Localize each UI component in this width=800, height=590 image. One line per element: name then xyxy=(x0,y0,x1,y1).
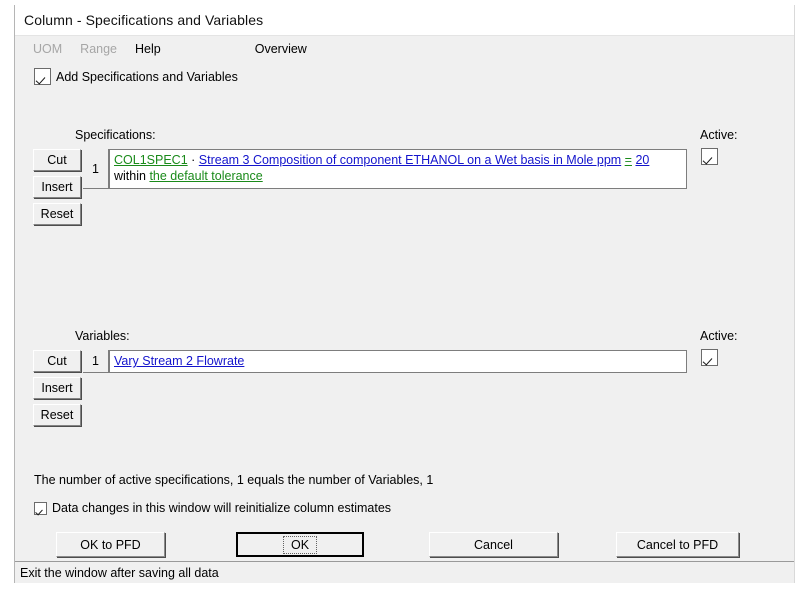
cancel-button[interactable]: Cancel xyxy=(429,532,558,557)
status-bar: Exit the window after saving all data xyxy=(15,561,794,583)
checkbox-icon[interactable] xyxy=(34,501,47,515)
dialog-window: Column - Specifications and Variables UO… xyxy=(14,5,795,583)
summary-text: The number of active specifications, 1 e… xyxy=(34,473,434,487)
ok-button[interactable]: OK xyxy=(236,532,364,557)
status-bar-text: Exit the window after saving all data xyxy=(20,565,219,580)
reinitialize-estimates-label: Data changes in this window will reiniti… xyxy=(52,501,392,515)
add-specs-and-variables-checkbox[interactable]: Add Specifications and Variables xyxy=(34,68,238,85)
spec-fragment-value[interactable]: 20 xyxy=(635,153,649,167)
spec-fragment-sep: · xyxy=(187,153,199,167)
ok-to-pfd-button[interactable]: OK to PFD xyxy=(56,532,165,557)
variables-row-cell[interactable]: Vary Stream 2 Flowrate xyxy=(109,350,687,373)
specifications-cut-button[interactable]: Cut xyxy=(33,149,81,171)
menu-item-range[interactable]: Range xyxy=(71,40,126,58)
variables-button-column: Cut Insert Reset xyxy=(33,350,81,431)
variables-reset-button[interactable]: Reset xyxy=(33,404,81,426)
window-title: Column - Specifications and Variables xyxy=(24,12,264,28)
spec-fragment-operator[interactable]: = xyxy=(625,153,632,167)
specifications-caption: Specifications: xyxy=(75,128,156,142)
variables-active-checkbox[interactable] xyxy=(701,349,718,366)
specifications-row-number: 1 xyxy=(83,149,109,189)
variables-insert-button[interactable]: Insert xyxy=(33,377,81,399)
specifications-row-cell[interactable]: COL1SPEC1 · Stream 3 Composition of comp… xyxy=(109,149,687,189)
variable-fragment-text[interactable]: Vary Stream 2 Flowrate xyxy=(114,354,244,368)
variables-grid: 1 Vary Stream 2 Flowrate xyxy=(83,350,687,373)
specifications-active-checkbox[interactable] xyxy=(701,148,718,165)
ok-button-label: OK xyxy=(282,535,318,554)
cancel-to-pfd-button[interactable]: Cancel to PFD xyxy=(616,532,739,557)
menu-bar: UOM Range Help Overview xyxy=(15,35,794,61)
specifications-insert-button[interactable]: Insert xyxy=(33,176,81,198)
dialog-button-row: OK to PFD OK Cancel Cancel to PFD xyxy=(15,532,794,558)
title-bar: Column - Specifications and Variables xyxy=(15,5,794,35)
specifications-grid: 1 COL1SPEC1 · Stream 3 Composition of co… xyxy=(83,149,687,189)
variables-active-caption: Active: xyxy=(700,329,738,343)
spec-fragment-within: within xyxy=(114,169,150,183)
menu-item-help[interactable]: Help xyxy=(126,40,170,58)
specifications-active-column: Active: xyxy=(700,128,738,165)
specifications-active-caption: Active: xyxy=(700,128,738,142)
reinitialize-estimates-checkbox[interactable]: Data changes in this window will reiniti… xyxy=(34,501,391,515)
spec-fragment-name[interactable]: COL1SPEC1 xyxy=(114,153,188,167)
variables-cut-button[interactable]: Cut xyxy=(33,350,81,372)
menu-item-overview[interactable]: Overview xyxy=(246,40,316,58)
client-area: Add Specifications and Variables Specifi… xyxy=(15,61,794,561)
variables-active-column: Active: xyxy=(700,329,738,366)
variables-caption: Variables: xyxy=(75,329,130,343)
specifications-button-column: Cut Insert Reset xyxy=(33,149,81,230)
specifications-reset-button[interactable]: Reset xyxy=(33,203,81,225)
checkbox-icon[interactable] xyxy=(34,68,51,85)
spec-fragment-target[interactable]: Stream 3 Composition of component ETHANO… xyxy=(199,153,621,167)
menu-item-uom[interactable]: UOM xyxy=(24,40,71,58)
add-specs-and-variables-label: Add Specifications and Variables xyxy=(56,69,238,84)
spec-fragment-tolerance[interactable]: the default tolerance xyxy=(149,169,262,183)
variables-row-number: 1 xyxy=(83,350,109,373)
